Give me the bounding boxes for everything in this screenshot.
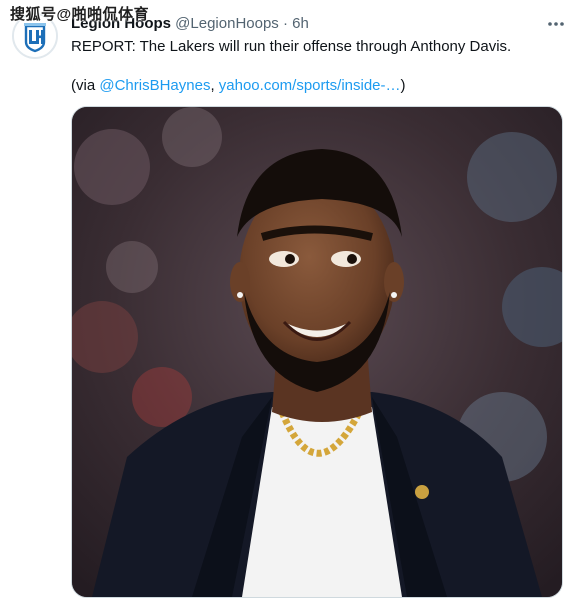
article-link[interactable]: yahoo.com/sports/inside-… (219, 77, 401, 94)
timestamp[interactable]: 6h (292, 15, 309, 32)
mention-link[interactable]: @ChrisBHaynes (99, 77, 210, 94)
tweet-source: (via @ChrisBHaynes, yahoo.com/sports/ins… (71, 76, 561, 95)
via-open: (via (71, 77, 100, 94)
via-comma: , (210, 77, 219, 94)
player-photo (72, 107, 562, 597)
more-horizontal-icon (548, 22, 564, 26)
tweet[interactable]: 搜狐号@啪啪侃体育 Legion Hoops @LegionHoops · 6h… (0, 0, 573, 600)
tweet-media-image[interactable] (71, 106, 563, 598)
user-handle[interactable]: @LegionHoops (175, 15, 279, 32)
more-options-button[interactable] (544, 14, 568, 34)
tweet-body: REPORT: The Lakers will run their offens… (71, 38, 512, 55)
tweet-text: REPORT: The Lakers will run their offens… (71, 37, 561, 95)
separator-dot: · (282, 15, 288, 32)
watermark: 搜狐号@啪啪侃体育 (10, 6, 150, 23)
via-close: ) (400, 77, 406, 94)
